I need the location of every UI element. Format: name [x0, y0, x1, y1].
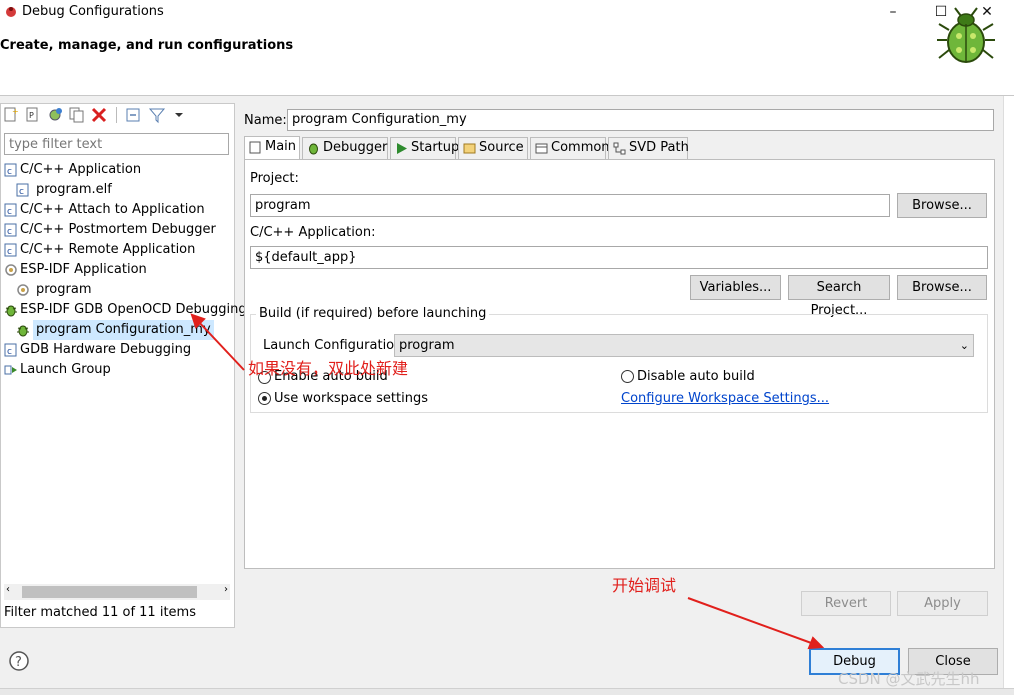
- svd-path-icon: [613, 142, 626, 155]
- build-group-title: Build (if required) before launching: [256, 306, 490, 321]
- svg-text:P: P: [29, 111, 34, 120]
- delete-icon[interactable]: [90, 106, 108, 124]
- play-icon: [397, 143, 407, 154]
- bug-logo-icon: [937, 7, 995, 63]
- new-prototype-icon[interactable]: P: [24, 106, 42, 124]
- svg-text:+: +: [12, 107, 19, 116]
- background-window-edge: [1003, 96, 1014, 695]
- use-workspace-settings-label: Use workspace settings: [274, 391, 428, 406]
- bug-icon: [309, 143, 318, 155]
- disable-auto-build-label: Disable auto build: [637, 369, 755, 384]
- c-app-icon: c: [4, 243, 17, 257]
- search-project-button[interactable]: Search Project...: [788, 275, 890, 318]
- c-app-icon: c: [4, 343, 17, 357]
- launch-configuration-select[interactable]: program ⌄: [394, 334, 974, 357]
- svg-text:c: c: [19, 187, 24, 197]
- window-title: Debug Configurations: [22, 4, 164, 19]
- bug-icon: [5, 305, 17, 317]
- launch-group-icon: [4, 365, 17, 375]
- scroll-right-icon[interactable]: ›: [224, 584, 228, 595]
- watermark: CSDN @文武先生hh: [838, 670, 980, 688]
- annotation-create-new: 如果没有，双此处新建: [248, 359, 409, 378]
- cpp-application-field[interactable]: ${default_app}: [250, 246, 988, 269]
- help-icon[interactable]: ?: [8, 650, 30, 672]
- collapse-all-icon[interactable]: [124, 106, 142, 124]
- tree-item-label: ESP-IDF GDB OpenOCD Debugging: [20, 302, 247, 317]
- scroll-left-icon[interactable]: ‹: [6, 584, 10, 595]
- tree-item-label: Launch Group: [20, 362, 111, 377]
- scrollbar-thumb[interactable]: [22, 586, 197, 598]
- tab-label: Source: [479, 140, 524, 155]
- svg-text:c: c: [7, 247, 12, 257]
- tab-common[interactable]: Common: [530, 137, 610, 159]
- gear-icon: [5, 264, 17, 276]
- banner-title: Create, manage, and run configurations: [0, 38, 294, 53]
- svg-text:c: c: [7, 167, 12, 177]
- common-icon: [535, 143, 548, 154]
- launch-configuration-value: program: [399, 338, 455, 353]
- gear-icon: [17, 284, 29, 296]
- tab-main[interactable]: Main: [244, 136, 300, 160]
- tree-item-label: program: [36, 282, 92, 297]
- debug-bug-icon: [6, 7, 16, 17]
- tab-debugger[interactable]: Debugger: [302, 137, 388, 159]
- tree-item-label: C/C++ Remote Application: [20, 242, 196, 257]
- tab-source[interactable]: Source: [458, 137, 528, 159]
- svg-text:c: c: [7, 207, 12, 217]
- c-app-icon: c: [16, 183, 29, 197]
- toolbar-divider: [116, 107, 117, 123]
- c-app-icon: c: [4, 163, 17, 177]
- name-label: Name:: [244, 113, 287, 128]
- svg-text:?: ?: [15, 655, 22, 670]
- annotation-start-debug: 开始调试: [612, 576, 677, 595]
- svg-text:c: c: [7, 347, 12, 357]
- background-window-bottom: [0, 688, 1014, 695]
- filter-status-text: Filter matched 11 of 11 items: [4, 605, 196, 620]
- chevron-down-icon[interactable]: [170, 106, 188, 124]
- project-field[interactable]: program: [250, 194, 890, 217]
- tree-item-label: ESP-IDF Application: [20, 262, 147, 277]
- tab-label: SVD Path: [629, 140, 689, 155]
- tab-label: Main: [265, 139, 297, 154]
- minimize-button[interactable]: –: [870, 0, 916, 24]
- disable-auto-build-radio[interactable]: [621, 370, 634, 383]
- use-workspace-settings-radio[interactable]: [258, 392, 271, 405]
- horizontal-scrollbar[interactable]: ‹ ›: [4, 584, 230, 600]
- configure-workspace-settings-link[interactable]: Configure Workspace Settings...: [621, 391, 829, 406]
- filter-input[interactable]: [4, 133, 229, 155]
- svg-text:c: c: [7, 227, 12, 237]
- browse-application-button[interactable]: Browse...: [897, 275, 987, 300]
- tab-startup[interactable]: Startup: [390, 137, 460, 159]
- tab-label: Common: [551, 140, 610, 155]
- duplicate-icon[interactable]: [68, 106, 86, 124]
- tree-item-label: C/C++ Application: [20, 162, 142, 177]
- c-app-icon: c: [4, 223, 17, 237]
- revert-button[interactable]: Revert: [801, 591, 891, 616]
- export-config-icon[interactable]: [46, 106, 64, 124]
- tree-item-label: C/C++ Attach to Application: [20, 202, 205, 217]
- tree-item-label: GDB Hardware Debugging: [20, 342, 192, 357]
- source-icon: [463, 143, 476, 154]
- header-banner: Create, manage, and run configurations: [0, 26, 1014, 96]
- tab-label: Startup: [411, 140, 460, 155]
- apply-button[interactable]: Apply: [897, 591, 988, 616]
- tree-item-label: program.elf: [36, 182, 112, 197]
- cpp-application-label: C/C++ Application:: [250, 225, 376, 240]
- filter-icon[interactable]: [148, 106, 166, 124]
- c-app-icon: c: [4, 203, 17, 217]
- chevron-down-icon: ⌄: [959, 339, 969, 352]
- name-field[interactable]: program Configuration_my: [287, 109, 994, 131]
- main-tab-icon: [249, 141, 261, 154]
- project-label: Project:: [250, 171, 299, 186]
- browse-project-button[interactable]: Browse...: [897, 193, 987, 218]
- variables-button[interactable]: Variables...: [690, 275, 781, 300]
- new-config-icon[interactable]: +: [2, 106, 20, 124]
- tab-svd-path[interactable]: SVD Path: [608, 137, 689, 159]
- tree-item-label: program Configuration_my: [33, 320, 214, 340]
- tree-item-label: C/C++ Postmortem Debugger: [20, 222, 216, 237]
- tab-label: Debugger: [323, 140, 388, 155]
- bug-icon: [17, 325, 29, 337]
- launch-configuration-label: Launch Configuration:: [263, 338, 407, 353]
